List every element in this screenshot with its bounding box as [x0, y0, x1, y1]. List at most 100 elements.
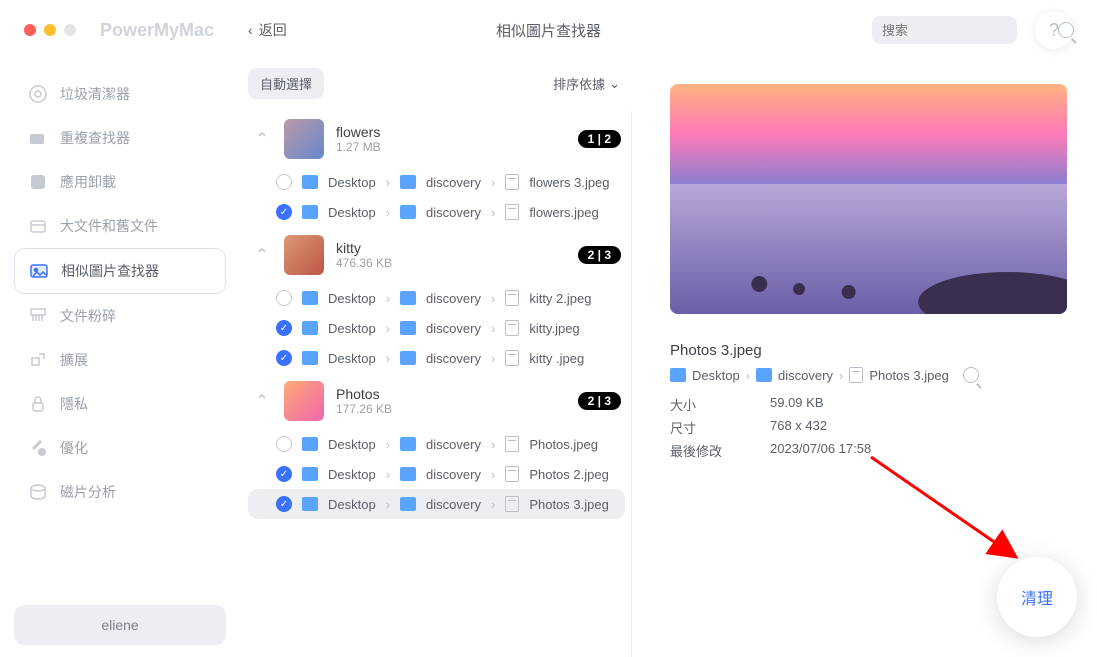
- file-row[interactable]: Desktop › discovery › Photos 2.jpeg: [248, 459, 625, 489]
- sidebar-item-large-old-files[interactable]: 大文件和舊文件: [14, 204, 226, 248]
- sidebar-item-duplicate-finder[interactable]: 重複查找器: [14, 116, 226, 160]
- image-icon: [29, 261, 49, 281]
- chevron-right-icon: ›: [491, 437, 495, 452]
- sidebar-item-label: 應用卸載: [60, 172, 116, 192]
- results-list[interactable]: ⌃ flowers 1.27 MB 1 | 2 Desktop › discov…: [248, 111, 632, 657]
- file-name: Photos.jpeg: [529, 437, 598, 452]
- sidebar-item-label: 相似圖片查找器: [61, 261, 159, 281]
- preview-metadata: 大小59.09 KB 尺寸768 x 432 最後修改2023/07/06 17…: [670, 395, 1067, 460]
- checkbox[interactable]: [276, 466, 292, 482]
- collapse-icon[interactable]: ⌃: [252, 391, 272, 411]
- sidebar-item-app-uninstaller[interactable]: 應用卸載: [14, 160, 226, 204]
- tool-icon: [28, 438, 48, 458]
- file-row[interactable]: Desktop › discovery › kitty 2.jpeg: [248, 283, 625, 313]
- search-icon[interactable]: [963, 367, 979, 383]
- folders-icon: [28, 128, 48, 148]
- sidebar-item-file-shredder[interactable]: 文件粉碎: [14, 294, 226, 338]
- file-name: kitty 2.jpeg: [529, 291, 591, 306]
- dimensions-value: 768 x 432: [770, 418, 827, 437]
- path-segment: Desktop: [692, 368, 740, 383]
- app-icon: [28, 172, 48, 192]
- chevron-right-icon: ›: [386, 321, 390, 336]
- checkbox[interactable]: [276, 320, 292, 336]
- file-icon: [849, 367, 863, 383]
- sidebar-item-label: 磁片分析: [60, 482, 116, 502]
- file-icon: [505, 290, 519, 306]
- group-size: 1.27 MB: [336, 140, 566, 154]
- clean-button[interactable]: 清理: [997, 557, 1077, 637]
- path-segment: discovery: [426, 437, 481, 452]
- sidebar-item-similar-images[interactable]: 相似圖片查找器: [14, 248, 226, 294]
- chevron-right-icon: ›: [386, 351, 390, 366]
- target-icon: [28, 84, 48, 104]
- chevron-right-icon: ›: [386, 291, 390, 306]
- chevron-right-icon: ›: [491, 175, 495, 190]
- sort-by-button[interactable]: 排序依據 ⌄: [553, 74, 620, 93]
- checkbox[interactable]: [276, 496, 292, 512]
- collapse-icon[interactable]: ⌃: [252, 245, 272, 265]
- search-box[interactable]: [872, 16, 1017, 44]
- sidebar-item-label: 優化: [60, 438, 88, 458]
- search-icon: [1058, 22, 1074, 38]
- path-segment: discovery: [426, 175, 481, 190]
- path-segment: Desktop: [328, 321, 376, 336]
- folder-icon: [400, 497, 416, 511]
- folder-icon: [302, 205, 318, 219]
- sidebar-item-junk-cleaner[interactable]: 垃圾清潔器: [14, 72, 226, 116]
- box-icon: [28, 216, 48, 236]
- size-value: 59.09 KB: [770, 395, 824, 414]
- file-row[interactable]: Desktop › discovery › flowers 3.jpeg: [248, 167, 625, 197]
- app-name: PowerMyMac: [100, 20, 214, 41]
- chevron-down-icon: ⌄: [609, 76, 620, 92]
- collapse-icon[interactable]: ⌃: [252, 129, 272, 149]
- file-icon: [505, 320, 519, 336]
- file-name: Photos 2.jpeg: [529, 467, 609, 482]
- file-icon: [505, 350, 519, 366]
- preview-path: Desktop › discovery › Photos 3.jpeg: [670, 367, 1067, 383]
- checkbox[interactable]: [276, 174, 292, 190]
- path-segment: discovery: [426, 291, 481, 306]
- group-title: kitty: [336, 240, 566, 256]
- sidebar-item-privacy[interactable]: 隱私: [14, 382, 226, 426]
- checkbox[interactable]: [276, 204, 292, 220]
- user-pill[interactable]: eliene: [14, 605, 226, 645]
- file-row[interactable]: Desktop › discovery › flowers.jpeg: [248, 197, 625, 227]
- chevron-right-icon: ›: [491, 321, 495, 336]
- group-header[interactable]: ⌃ flowers 1.27 MB 1 | 2: [248, 111, 625, 167]
- maximize-window-icon[interactable]: [64, 24, 76, 36]
- folder-icon: [670, 368, 686, 382]
- auto-select-button[interactable]: 自動選擇: [248, 68, 324, 99]
- chevron-right-icon: ›: [386, 437, 390, 452]
- back-button[interactable]: ‹ 返回: [248, 20, 287, 40]
- group-title: Photos: [336, 386, 566, 402]
- minimize-window-icon[interactable]: [44, 24, 56, 36]
- search-input[interactable]: [882, 23, 1058, 38]
- close-window-icon[interactable]: [24, 24, 36, 36]
- back-label: 返回: [259, 20, 287, 40]
- path-segment: Desktop: [328, 205, 376, 220]
- page-title: 相似圖片查找器: [496, 20, 601, 41]
- folder-icon: [400, 175, 416, 189]
- extension-icon: [28, 350, 48, 370]
- file-name: Photos 3.jpeg: [529, 497, 609, 512]
- checkbox[interactable]: [276, 350, 292, 366]
- chevron-right-icon: ›: [386, 467, 390, 482]
- file-row[interactable]: Desktop › discovery › Photos 3.jpeg: [248, 489, 625, 519]
- file-row[interactable]: Desktop › discovery › Photos.jpeg: [248, 429, 625, 459]
- window-controls[interactable]: [24, 24, 76, 36]
- group-header[interactable]: ⌃ Photos 177.26 KB 2 | 3: [248, 373, 625, 429]
- sort-by-label: 排序依據: [553, 74, 605, 93]
- group-header[interactable]: ⌃ kitty 476.36 KB 2 | 3: [248, 227, 625, 283]
- folder-icon: [302, 497, 318, 511]
- group-thumbnail: [284, 235, 324, 275]
- count-badge: 2 | 3: [578, 392, 621, 410]
- sidebar-item-extensions[interactable]: 擴展: [14, 338, 226, 382]
- sidebar-item-disk-analyzer[interactable]: 磁片分析: [14, 470, 226, 514]
- disk-icon: [28, 482, 48, 502]
- file-row[interactable]: Desktop › discovery › kitty.jpeg: [248, 313, 625, 343]
- file-row[interactable]: Desktop › discovery › kitty .jpeg: [248, 343, 625, 373]
- checkbox[interactable]: [276, 436, 292, 452]
- group-size: 177.26 KB: [336, 402, 566, 416]
- checkbox[interactable]: [276, 290, 292, 306]
- sidebar-item-optimize[interactable]: 優化: [14, 426, 226, 470]
